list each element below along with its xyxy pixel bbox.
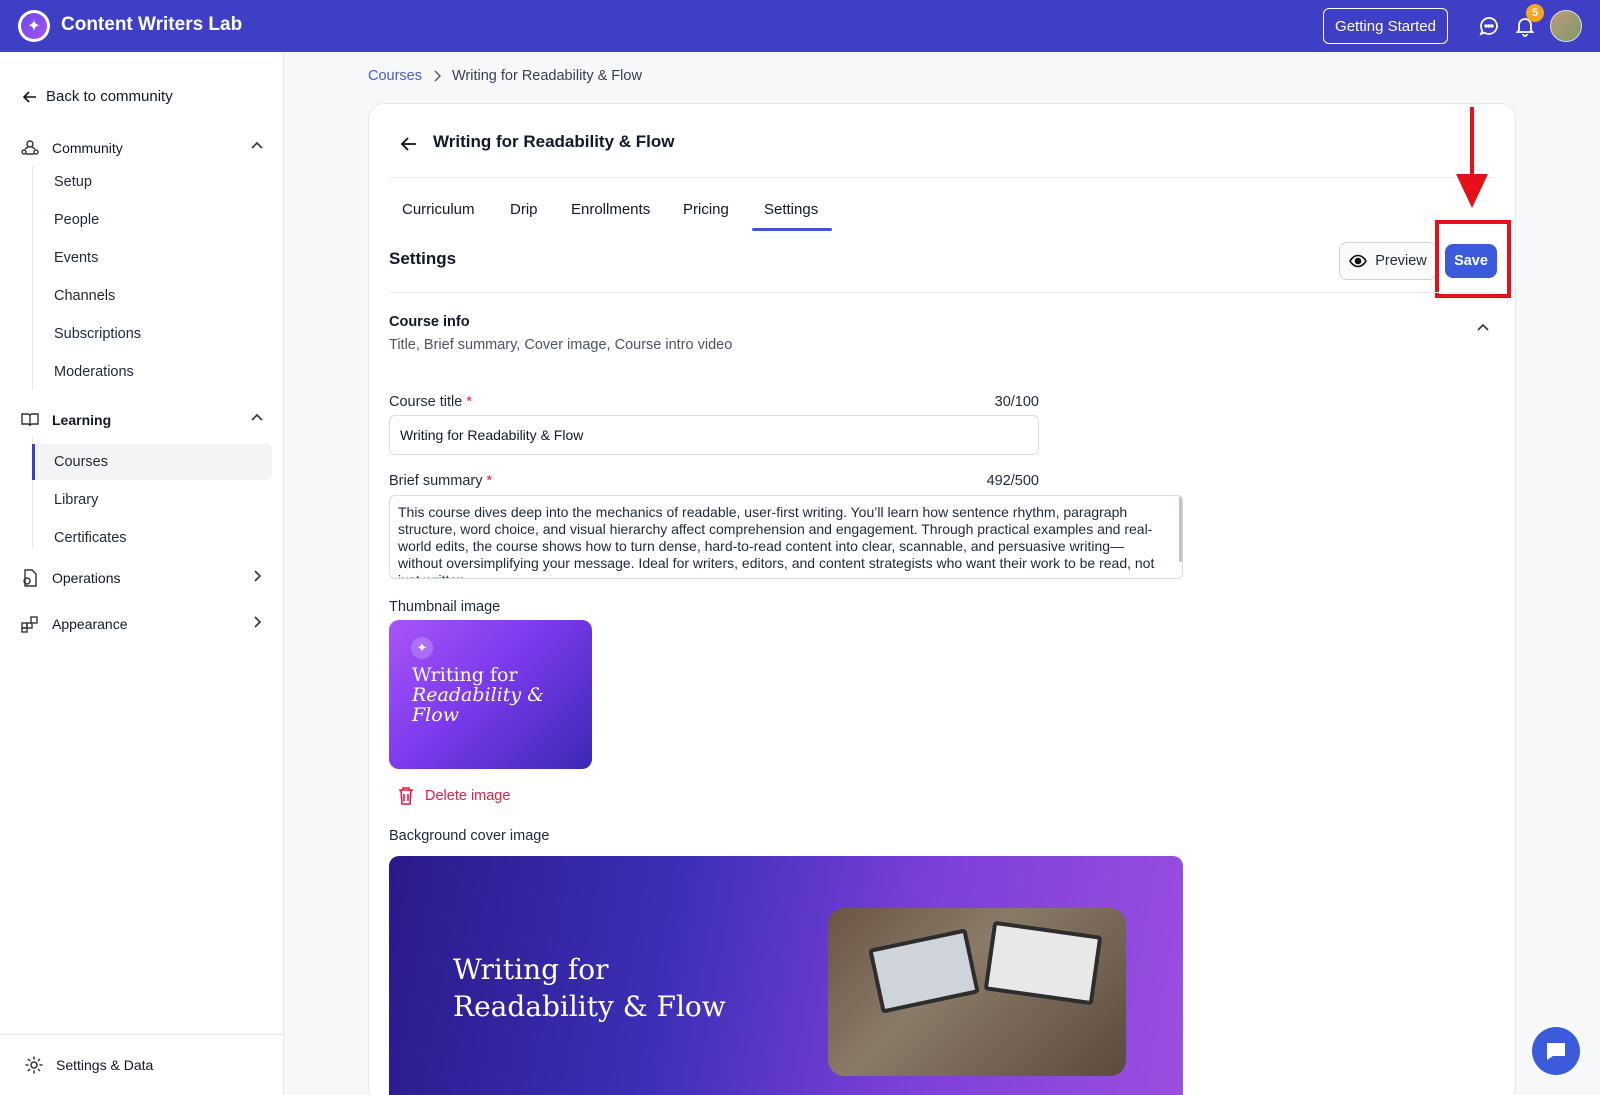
chevron-right-icon[interactable]: [249, 614, 265, 630]
chevron-right-icon[interactable]: [249, 568, 265, 584]
community-icon: [21, 140, 39, 155]
sidebar-item-subscriptions[interactable]: Subscriptions: [32, 316, 272, 352]
delete-image-button[interactable]: Delete image: [397, 786, 510, 806]
tab-curriculum[interactable]: Curriculum: [402, 201, 475, 218]
tab-pricing[interactable]: Pricing: [683, 201, 729, 218]
annotation-highlight-box: [1435, 220, 1511, 298]
annotation-arrow-shaft: [1470, 107, 1474, 181]
settings-heading: Settings: [389, 249, 457, 268]
thumbnail-label: Thumbnail image: [389, 599, 501, 615]
eye-icon: [1349, 254, 1368, 268]
book-icon: [21, 413, 39, 427]
delete-image-label: Delete image: [425, 788, 511, 804]
sidebar-section-learning[interactable]: Learning: [20, 410, 265, 430]
tab-enrollments[interactable]: Enrollments: [571, 201, 650, 218]
thumbnail-image-text: Writing for Readability & Flow: [412, 665, 544, 725]
getting-started-button[interactable]: Getting Started: [1323, 8, 1448, 44]
thumbnail-text-line: Writing for: [412, 664, 518, 686]
sidebar-section-community[interactable]: Community: [20, 138, 265, 158]
brief-summary-textarea[interactable]: This course dives deep into the mechanic…: [389, 495, 1183, 579]
chevron-up-icon[interactable]: [249, 138, 265, 154]
sidebar-item-courses[interactable]: Courses: [32, 444, 272, 480]
course-info-subtitle: Title, Brief summary, Cover image, Cours…: [389, 337, 733, 353]
sidebar-item-people[interactable]: People: [32, 202, 272, 238]
course-settings-card: Writing for Readability & Flow Curriculu…: [368, 103, 1516, 1095]
brief-summary-counter: 492/500: [986, 473, 1039, 489]
course-info-title: Course info: [389, 314, 470, 330]
notification-badge: 5: [1526, 4, 1544, 22]
breadcrumb: Courses Writing for Readability & Flow: [368, 68, 642, 84]
divider: [389, 292, 1495, 293]
sidebar-item-setup[interactable]: Setup: [32, 164, 272, 200]
tab-settings[interactable]: Settings: [764, 201, 818, 218]
chat-icon: [1547, 1043, 1565, 1060]
operations-label: Operations: [52, 570, 121, 586]
required-mark: *: [486, 473, 493, 489]
back-to-community-link[interactable]: Back to community: [22, 88, 173, 105]
active-tab-indicator: [752, 228, 832, 231]
brand-logo[interactable]: ✦: [18, 10, 50, 42]
gear-icon: [25, 1056, 43, 1074]
sparkle-icon: ✦: [411, 637, 433, 659]
operations-icon: [23, 569, 37, 587]
brand-name[interactable]: Content Writers Lab: [61, 14, 242, 36]
sidebar-item-events[interactable]: Events: [32, 240, 272, 276]
thumbnail-text-line: Flow: [412, 704, 459, 726]
tab-drip[interactable]: Drip: [510, 201, 538, 218]
trash-icon: [399, 787, 413, 805]
sidebar-item-channels[interactable]: Channels: [32, 278, 272, 314]
cover-text-line: Writing for: [453, 953, 609, 986]
cover-photo-laptops: [828, 908, 1126, 1076]
cover-image[interactable]: Writing for Readability & Flow: [389, 856, 1183, 1095]
sidebar-section-operations[interactable]: Operations: [20, 568, 265, 588]
course-title-counter: 30/100: [994, 394, 1039, 410]
thumbnail-image[interactable]: ✦ Writing for Readability & Flow: [389, 620, 592, 769]
settings-and-data-label: Settings & Data: [56, 1057, 154, 1073]
chat-widget-button[interactable]: [1532, 1027, 1580, 1075]
arrow-left-icon[interactable]: [399, 134, 419, 154]
arrow-left-icon: [22, 90, 36, 103]
sidebar-section-appearance[interactable]: Appearance: [20, 614, 265, 634]
annotation-arrow-head: [1456, 174, 1488, 208]
sidebar: Back to community Community Setup People…: [0, 52, 284, 1095]
brief-summary-label-text: Brief summary: [389, 473, 483, 489]
laptop-graphic: [868, 928, 980, 1014]
user-avatar[interactable]: [1550, 10, 1582, 42]
back-label: Back to community: [46, 88, 173, 105]
sparkle-icon: ✦: [21, 13, 47, 39]
sidebar-footer: Settings & Data: [0, 1034, 283, 1095]
chevron-up-icon[interactable]: [249, 410, 265, 426]
chevron-right-icon: [434, 70, 441, 82]
preview-label: Preview: [1375, 253, 1427, 269]
course-title-label-text: Course title: [389, 394, 463, 410]
sidebar-item-library[interactable]: Library: [32, 482, 272, 518]
appearance-label: Appearance: [52, 616, 128, 632]
community-label: Community: [52, 140, 123, 156]
required-mark: *: [466, 394, 473, 410]
brief-summary-label: Brief summary *: [389, 473, 492, 489]
preview-button[interactable]: Preview: [1339, 242, 1437, 280]
course-title-input[interactable]: Writing for Readability & Flow: [389, 415, 1039, 455]
chevron-up-icon[interactable]: [1475, 320, 1491, 336]
sidebar-item-certificates[interactable]: Certificates: [32, 520, 272, 556]
thumbnail-text-line: Readability &: [412, 684, 545, 706]
sidebar-item-moderations[interactable]: Moderations: [32, 354, 272, 390]
learning-label: Learning: [52, 412, 112, 428]
breadcrumb-current: Writing for Readability & Flow: [452, 68, 642, 84]
course-title-label: Course title *: [389, 394, 472, 410]
chat-bubble-icon[interactable]: [1477, 14, 1501, 38]
breadcrumb-courses-link[interactable]: Courses: [368, 68, 422, 84]
laptop-graphic: [983, 920, 1103, 1006]
cover-image-label: Background cover image: [389, 828, 550, 844]
textarea-scrollbar[interactable]: [1179, 497, 1182, 562]
course-title-heading: Writing for Readability & Flow: [433, 132, 675, 151]
appearance-icon: [21, 616, 38, 633]
divider: [389, 177, 1495, 178]
top-bar: ✦ Content Writers Lab Getting Started 5: [0, 0, 1600, 52]
cover-text-line: Readability & Flow: [453, 990, 726, 1023]
settings-and-data-link[interactable]: Settings & Data: [24, 1055, 153, 1075]
cover-image-text: Writing for Readability & Flow: [453, 951, 726, 1025]
